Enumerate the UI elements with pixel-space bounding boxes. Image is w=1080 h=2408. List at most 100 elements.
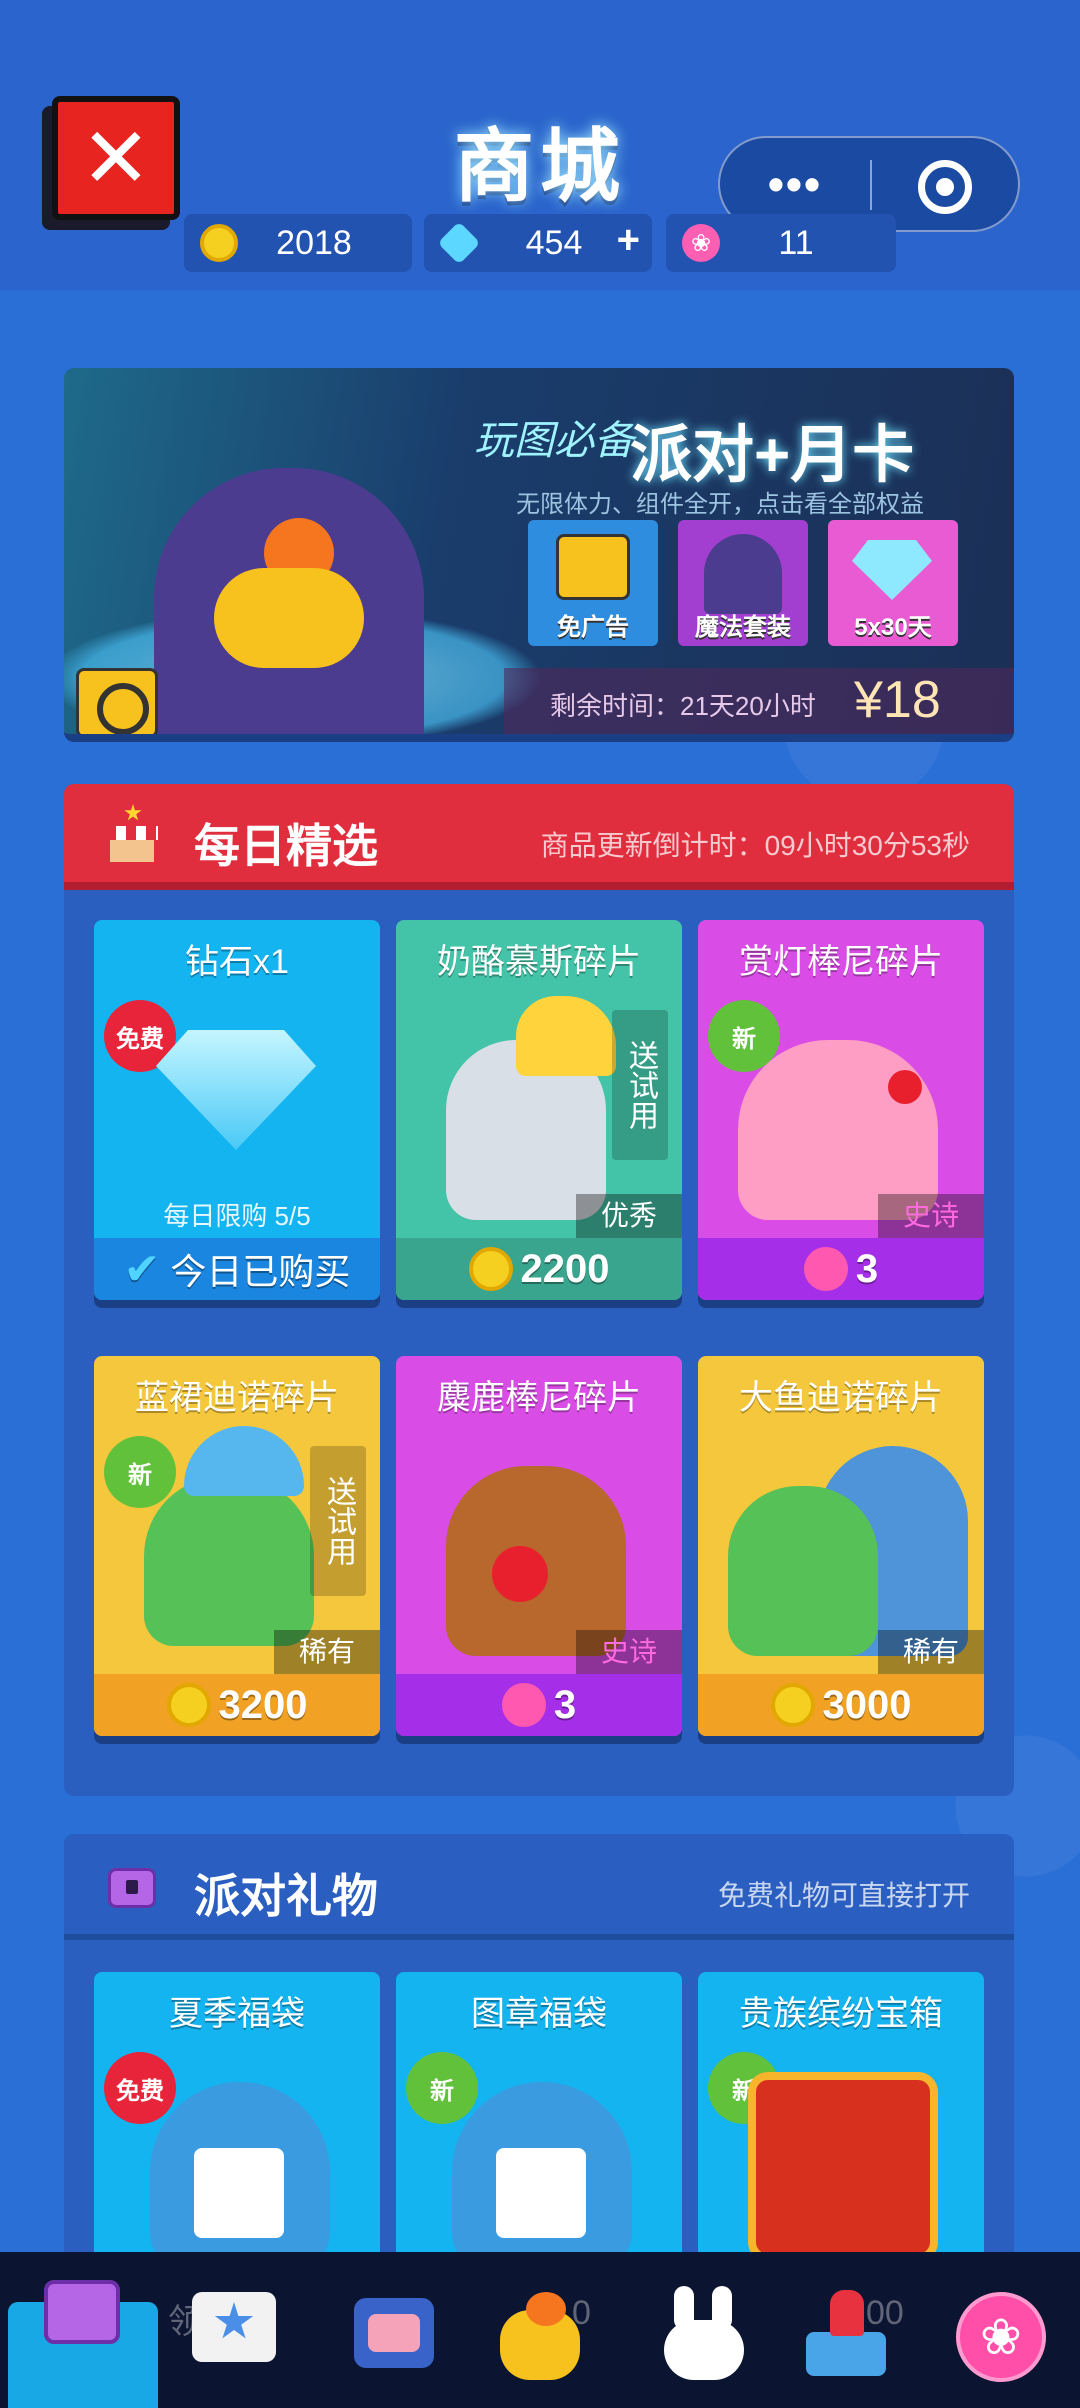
item-name: 赏灯棒尼碎片 [739,943,943,981]
price-footer[interactable]: 3200 [94,1674,380,1736]
wizard-character-illustration [124,458,454,734]
new-badge: 新 [406,2052,478,2124]
rarity-tag: 优秀 [576,1194,682,1238]
gift-card[interactable]: 夏季福袋 免费 [94,1972,380,2272]
tv-badge-icon [76,668,158,734]
diamond-balance: 454 + [424,214,652,272]
lotus-icon: ❀ [682,224,720,262]
tv-icon [556,534,630,600]
shop-item-card[interactable]: 奶酪慕斯碎片 送试用 优秀 2200 [396,920,682,1300]
purchased-label: 今日已购买 [170,1251,351,1292]
trial-tag: 送试用 [612,1010,668,1160]
bunny-character-illustration [738,1040,938,1220]
diamond-icon [852,540,932,600]
nav-star-icon[interactable] [186,2272,286,2382]
refresh-countdown: 商品更新倒计时：09小时30分53秒 [540,830,970,861]
shop-item-card[interactable]: 蓝裙迪诺碎片 新 送试用 稀有 3200 [94,1356,380,1736]
cheese-illustration [516,996,616,1076]
banner-slogan: 玩图必备 [474,419,634,463]
lotus-icon [501,1683,546,1727]
nav-character-icon[interactable] [480,2280,580,2390]
diamond-value: 454 [525,224,583,262]
party-gifts-panel: 派对礼物 免费礼物可直接打开 夏季福袋 免费 图章福袋 新 贵族缤纷宝箱 新 [64,1834,1014,2274]
item-name: 麋鹿棒尼碎片 [437,1379,641,1417]
panda-sticker-illustration [194,2148,284,2238]
nav-tv-icon[interactable] [340,2278,440,2388]
shop-stall-icon [102,804,162,864]
price-footer[interactable]: 3 [396,1674,682,1736]
nav-stamp-icon[interactable] [796,2276,896,2386]
new-badge: 新 [104,1436,176,1508]
item-name: 大鱼迪诺碎片 [739,1379,943,1417]
banner-time-left: 剩余时间：21天20小时 [550,691,816,721]
perk-magic-outfit: 魔法套装 [678,520,808,646]
daily-picks-panel: 每日精选 商品更新倒计时：09小时30分53秒 钻石x1 免费 每日限购 5/5… [64,784,1014,1796]
banner-title: 派对+月卡 [630,421,915,490]
free-badge: 免费 [104,2052,176,2124]
purchase-limit: 每日限购 5/5 [163,1201,311,1231]
coin-icon [770,1683,815,1727]
nav-lotus-icon[interactable]: ❀ [950,2284,1050,2394]
item-name: 蓝裙迪诺碎片 [135,1379,339,1417]
daily-picks-title: 每日精选 [194,820,378,872]
stamp-sticker-illustration [496,2148,586,2238]
party-gifts-note: 免费礼物可直接打开 [717,1880,970,1911]
price-footer[interactable]: 3000 [698,1674,984,1736]
coin-icon [166,1683,211,1727]
party-gifts-header: 派对礼物 免费礼物可直接打开 [64,1834,1014,1940]
perk-diamonds: 5x30天 [828,520,958,646]
check-icon: ✔ [123,1244,161,1294]
add-diamond-button[interactable]: + [617,218,640,263]
nav-bunny-icon[interactable] [648,2280,748,2390]
perk-label: 5x30天 [854,614,932,641]
lantern-illustration [888,1070,922,1104]
rarity-tag: 稀有 [878,1630,984,1674]
dino-character-illustration [728,1486,878,1656]
shop-item-card[interactable]: 大鱼迪诺碎片 稀有 3000 [698,1356,984,1736]
exit-target-icon[interactable] [918,160,972,214]
blue-hat-illustration [184,1426,304,1496]
monthly-card-banner[interactable]: 玩图必备 派对+月卡 无限体力、组件全开，点击看全部权益 免广告 魔法套装 5x… [64,368,1014,742]
party-gifts-title: 派对礼物 [194,1870,378,1922]
price-value: 3 [855,1246,879,1291]
rarity-tag: 史诗 [576,1630,682,1674]
diamond-illustration [156,1030,316,1150]
diamond-icon [437,221,481,265]
price-value: 3000 [822,1682,912,1727]
price-footer[interactable]: 2200 [396,1238,682,1300]
coin-icon [468,1247,513,1291]
banner-subtitle: 无限体力、组件全开，点击看全部权益 [516,491,924,518]
daily-picks-header: 每日精选 商品更新倒计时：09小时30分53秒 [64,784,1014,890]
nav-chest-icon[interactable] [36,2270,136,2380]
purchased-footer: ✔ 今日已购买 [94,1238,380,1300]
treasure-chest-icon [102,1854,162,1914]
shop-item-card[interactable]: 钻石x1 免费 每日限购 5/5 ✔ 今日已购买 [94,920,380,1300]
banner-price: ¥18 [854,671,941,729]
item-name: 钻石x1 [185,943,289,981]
gift-name: 图章福袋 [471,1995,607,2033]
outfit-icon [704,534,782,614]
red-nose-illustration [492,1546,548,1602]
perk-no-ads: 免广告 [528,520,658,646]
price-value: 3200 [218,1682,308,1727]
shop-item-card[interactable]: 麋鹿棒尼碎片 史诗 3 [396,1356,682,1736]
coin-icon [200,224,238,262]
rarity-tag: 史诗 [878,1194,984,1238]
capsule-divider [870,160,872,210]
coin-balance: 2018 [184,214,412,272]
perk-label: 免广告 [557,614,629,641]
lotus-balance: ❀ 11 [666,214,896,272]
price-value: 3 [553,1682,577,1727]
gift-card[interactable]: 贵族缤纷宝箱 新 [698,1972,984,2272]
dino-character-illustration [144,1476,314,1646]
gift-card[interactable]: 图章福袋 新 [396,1972,682,2272]
gift-name: 贵族缤纷宝箱 [739,1995,943,2033]
lotus-icon [803,1247,848,1291]
treasure-chest-illustration [748,2072,938,2262]
price-footer[interactable]: 3 [698,1238,984,1300]
rarity-tag: 稀有 [274,1630,380,1674]
trial-tag: 送试用 [310,1446,366,1596]
gift-name: 夏季福袋 [169,1995,305,2033]
shop-item-card[interactable]: 赏灯棒尼碎片 新 史诗 3 [698,920,984,1300]
item-name: 奶酪慕斯碎片 [437,943,641,981]
